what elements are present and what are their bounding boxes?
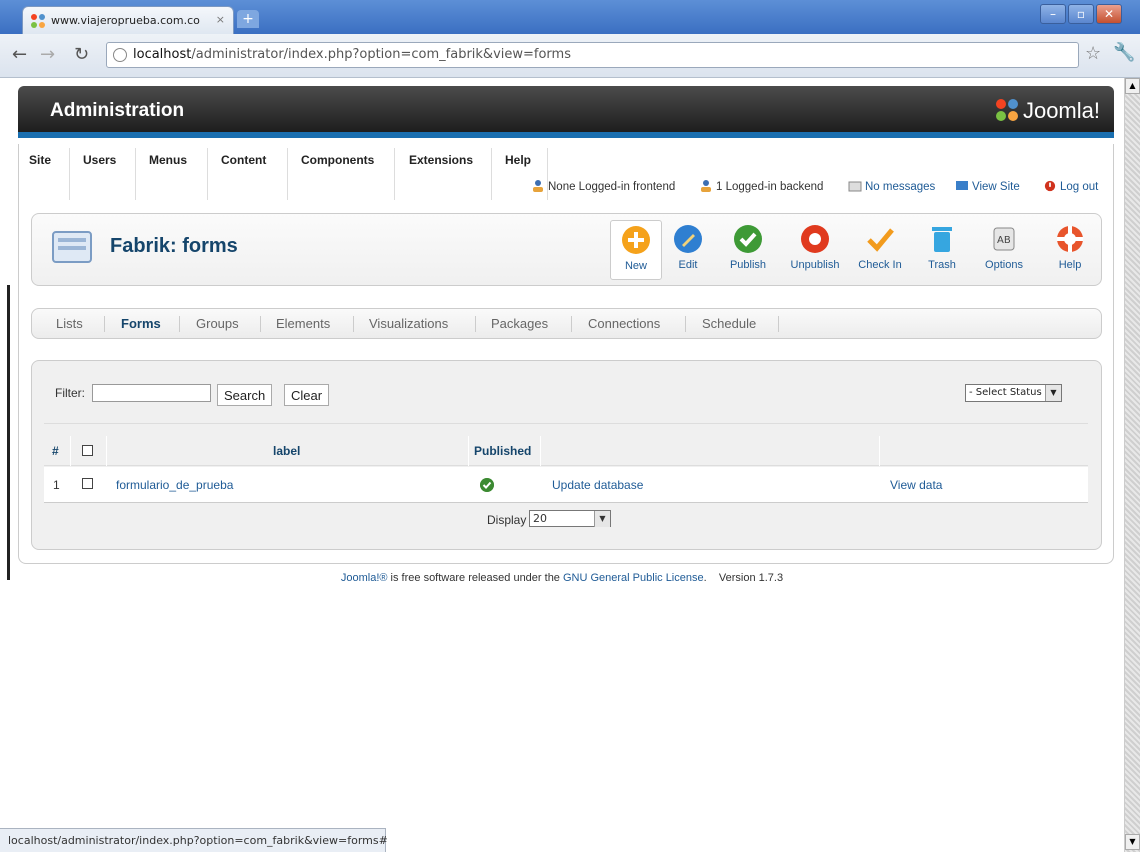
page-scrollbar[interactable] <box>1124 78 1140 852</box>
address-bar[interactable]: localhost/administrator/index.php?option… <box>106 42 1079 68</box>
filter-input[interactable] <box>92 384 211 402</box>
unpublish-button[interactable]: Unpublish <box>784 220 846 280</box>
browser-status-bar: localhost/administrator/index.php?option… <box>0 828 388 852</box>
forward-icon[interactable]: → <box>40 44 55 65</box>
menu-extensions[interactable]: Extensions <box>409 153 473 167</box>
header-label[interactable]: label <box>273 444 300 458</box>
view-site-link[interactable]: View Site <box>955 180 1020 193</box>
table-header: # label Published <box>44 436 1088 466</box>
checkin-button[interactable]: Check In <box>854 220 906 280</box>
admin-title: Administration <box>50 100 185 121</box>
update-database-link[interactable]: Update database <box>552 478 643 492</box>
browser-tab-bar: www.viajeroprueba.com.co - ... × + – ▫ ✕ <box>0 0 1140 34</box>
page-title: Fabrik: forms <box>110 235 238 257</box>
table-footer: Display # 20 ▼ <box>44 503 1088 537</box>
close-window-button[interactable]: ✕ <box>1096 4 1122 24</box>
fabrik-subnav: Lists Forms Groups Elements Visualizatio… <box>31 308 1102 339</box>
joomla-logo: Joomla! <box>995 98 1100 124</box>
reload-icon[interactable]: ↻ <box>74 44 89 65</box>
new-icon <box>622 226 650 254</box>
subnav-groups[interactable]: Groups <box>196 316 239 331</box>
messages-link[interactable]: No messages <box>848 180 935 193</box>
browser-tab[interactable]: www.viajeroprueba.com.co - ... × <box>22 6 234 34</box>
filter-label: Filter: <box>55 386 85 400</box>
chevron-down-icon: ▼ <box>1045 385 1061 401</box>
joomla-favicon-icon <box>31 14 45 28</box>
subnav-connections[interactable]: Connections <box>588 316 660 331</box>
back-icon[interactable]: ← <box>12 44 27 65</box>
backend-users-status: 1 Logged-in backend <box>699 180 823 193</box>
monitor-icon <box>956 181 968 190</box>
address-url: localhost/administrator/index.php?option… <box>133 47 571 62</box>
users-icon <box>701 180 711 192</box>
trash-button[interactable]: Trash <box>916 220 968 280</box>
publish-button[interactable]: Publish <box>722 220 774 280</box>
menu-content[interactable]: Content <box>221 153 266 167</box>
published-check-icon[interactable] <box>480 478 494 492</box>
maximize-button[interactable]: ▫ <box>1068 4 1094 24</box>
admin-menu: Site Users Menus Content Components Exte… <box>18 144 1114 204</box>
menu-users[interactable]: Users <box>83 153 116 167</box>
divider <box>44 423 1088 424</box>
menu-components[interactable]: Components <box>301 153 374 167</box>
scroll-up-icon[interactable]: ▲ <box>1125 78 1140 94</box>
header-num[interactable]: # <box>52 444 59 458</box>
select-all-checkbox[interactable] <box>82 445 93 456</box>
unpublish-icon <box>801 225 829 253</box>
joomla-logo-icon <box>995 99 1018 121</box>
page-info-icon[interactable] <box>113 48 127 62</box>
svg-text:AB: AB <box>997 235 1011 246</box>
users-icon <box>533 180 543 192</box>
subnav-visualizations[interactable]: Visualizations <box>369 316 448 331</box>
toolbar-box: Fabrik: forms New Edit Publish Unpublish… <box>31 213 1102 286</box>
subnav-lists[interactable]: Lists <box>56 316 83 331</box>
options-icon: AB <box>993 227 1015 251</box>
edit-button[interactable]: Edit <box>662 220 714 280</box>
menu-help[interactable]: Help <box>505 153 531 167</box>
header-published[interactable]: Published <box>474 444 531 458</box>
chevron-down-icon: ▼ <box>594 511 610 527</box>
form-label-link[interactable]: formulario_de_prueba <box>116 478 233 492</box>
clear-button[interactable]: Clear <box>284 384 330 406</box>
tab-close-icon[interactable]: × <box>216 13 225 26</box>
minimize-button[interactable]: – <box>1040 4 1066 24</box>
browser-nav-bar: ← → ↻ localhost/administrator/index.php?… <box>0 34 1140 78</box>
publish-icon <box>734 225 762 253</box>
search-button[interactable]: Search <box>217 384 273 406</box>
menu-site[interactable]: Site <box>29 153 51 167</box>
new-tab-button[interactable]: + <box>237 10 259 28</box>
status-select[interactable]: - Select Status - ▼ <box>965 384 1062 402</box>
joomla-link[interactable]: Joomla!® <box>341 572 388 584</box>
subnav-forms[interactable]: Forms <box>121 316 161 331</box>
scroll-down-icon[interactable]: ▼ <box>1125 834 1140 850</box>
license-link[interactable]: GNU General Public License <box>563 572 704 584</box>
bookmark-star-icon[interactable]: ☆ <box>1085 43 1101 64</box>
new-button[interactable]: New <box>610 220 662 280</box>
edit-icon <box>674 225 702 253</box>
logout-link[interactable]: Log out <box>1043 180 1098 193</box>
row-number: 1 <box>53 478 60 492</box>
subnav-packages[interactable]: Packages <box>491 316 548 331</box>
subnav-elements[interactable]: Elements <box>276 316 330 331</box>
wrench-menu-icon[interactable]: 🔧 <box>1113 42 1135 63</box>
logout-icon <box>1044 180 1056 192</box>
mail-icon <box>848 181 862 192</box>
menu-menus[interactable]: Menus <box>149 153 187 167</box>
view-data-link[interactable]: View data <box>890 478 942 492</box>
row-checkbox[interactable] <box>82 478 93 489</box>
forms-page-icon <box>52 231 92 263</box>
checkin-icon <box>867 228 894 252</box>
table-row: 1 formulario_de_prueba Update database V… <box>44 467 1088 503</box>
subnav-schedule[interactable]: Schedule <box>702 316 756 331</box>
admin-header: Administration Joomla! <box>18 86 1114 138</box>
frontend-users-status: None Logged-in frontend <box>531 180 675 193</box>
help-icon <box>1057 226 1083 252</box>
trash-icon <box>932 227 952 252</box>
left-edge-strip <box>7 285 10 580</box>
options-button[interactable]: AB Options <box>978 220 1030 280</box>
tab-title: www.viajeroprueba.com.co - ... <box>51 14 201 27</box>
help-button[interactable]: Help <box>1044 220 1096 280</box>
page-footer: Joomla!® is free software released under… <box>340 572 784 584</box>
display-count-select[interactable]: 20 ▼ <box>529 510 611 527</box>
